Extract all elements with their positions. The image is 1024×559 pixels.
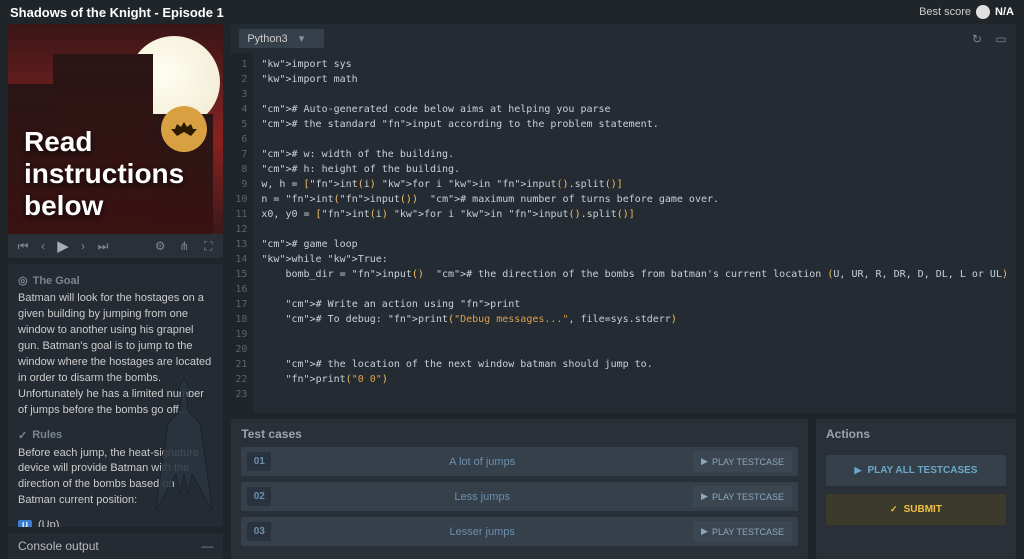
gear-icon[interactable]: ⚙ (153, 239, 167, 253)
actions-panel: Actions ▶ PLAY ALL TESTCASES ✓ SUBMIT (816, 419, 1016, 559)
hero-card: Read instructions below ⏮ ‹ ▶ › ⏭ ⚙ ⋔ ⛶ (8, 24, 223, 258)
actions-title: Actions (826, 427, 1006, 441)
direction-label: (Up) (38, 519, 59, 527)
check-icon: ✓ (890, 504, 898, 515)
best-score-value: N/A (995, 6, 1014, 18)
expand-icon[interactable]: ▭ (994, 32, 1008, 46)
play-icon: ▶ (701, 456, 708, 467)
direction-badge: U (18, 520, 32, 527)
language-select[interactable]: Python3 ▾ (239, 29, 324, 48)
play-testcase-button[interactable]: ▶PLAY TESTCASE (693, 521, 792, 542)
minimize-icon[interactable]: — (201, 539, 213, 553)
check-icon: ✓ (18, 429, 27, 442)
code-lines[interactable]: "kw">import sys"kw">import math "cm"># A… (253, 53, 1016, 413)
chevron-down-icon: ▾ (299, 33, 305, 45)
testcase-name: Lesser jumps (279, 526, 685, 538)
goal-heading: ◎ The Goal (18, 274, 213, 287)
skip-start-icon[interactable]: ⏮ (16, 239, 30, 253)
play-all-button[interactable]: ▶ PLAY ALL TESTCASES (826, 455, 1006, 486)
line-gutter: 1234567891011121314151617181920212223 (231, 53, 253, 413)
submit-button[interactable]: ✓ SUBMIT (826, 494, 1006, 525)
score-icon (976, 5, 990, 19)
best-score-label: Best score (919, 6, 971, 18)
directions-list: U(Up)UR(Up-Right)R(Right)DR(Down-Right)D… (18, 519, 213, 527)
code-editor: Python3 ▾ ↻ ▭ 12345678910111213141516171… (231, 24, 1016, 413)
play-icon: ▶ (701, 491, 708, 502)
hero-image: Read instructions below (8, 24, 223, 234)
testcase-name: Less jumps (279, 491, 685, 503)
editor-toolbar: Python3 ▾ ↻ ▭ (231, 24, 1016, 53)
console-output-bar[interactable]: Console output — (8, 533, 223, 559)
testcase-number: 01 (247, 452, 271, 471)
play-testcase-button[interactable]: ▶PLAY TESTCASE (693, 451, 792, 472)
console-title: Console output (18, 539, 99, 553)
prev-icon[interactable]: ‹ (36, 239, 50, 253)
hero-overlay-text: Read instructions below (24, 126, 223, 222)
best-score: Best score N/A (919, 5, 1014, 19)
testcase-name: A lot of jumps (279, 456, 685, 468)
share-icon[interactable]: ⋔ (177, 239, 191, 253)
testcase-number: 03 (247, 522, 271, 541)
testcase-list[interactable]: 01 A lot of jumps ▶PLAY TESTCASE 02 Less jum… (241, 447, 798, 551)
direction-item: U (Up) (18, 519, 213, 527)
next-icon[interactable]: › (76, 239, 90, 253)
fullscreen-icon[interactable]: ⛶ (201, 239, 215, 253)
play-icon: ▶ (855, 465, 862, 476)
play-icon[interactable]: ▶ (56, 239, 70, 253)
batman-figure (153, 374, 215, 514)
header: Shadows of the Knight - Episode 1 Best s… (0, 0, 1024, 24)
refresh-icon[interactable]: ↻ (970, 32, 984, 46)
testcase-row[interactable]: 01 A lot of jumps ▶PLAY TESTCASE (241, 447, 798, 476)
code-area[interactable]: 1234567891011121314151617181920212223 "k… (231, 53, 1016, 413)
play-testcase-button[interactable]: ▶PLAY TESTCASE (693, 486, 792, 507)
player-controls: ⏮ ‹ ▶ › ⏭ ⚙ ⋔ ⛶ (8, 234, 223, 258)
testcases-title: Test cases (241, 427, 798, 441)
testcase-row[interactable]: 03 Lesser jumps ▶PLAY TESTCASE (241, 517, 798, 546)
play-icon: ▶ (701, 526, 708, 537)
testcases-panel: Test cases 01 A lot of jumps ▶PLAY TESTCAS… (231, 419, 808, 559)
page-title: Shadows of the Knight - Episode 1 (10, 5, 224, 20)
statement-panel[interactable]: ◎ The Goal Batman will look for the host… (8, 264, 223, 527)
testcase-row[interactable]: 02 Less jumps ▶PLAY TESTCASE (241, 482, 798, 511)
skip-end-icon[interactable]: ⏭ (96, 239, 110, 253)
target-icon: ◎ (18, 274, 28, 287)
testcase-number: 02 (247, 487, 271, 506)
